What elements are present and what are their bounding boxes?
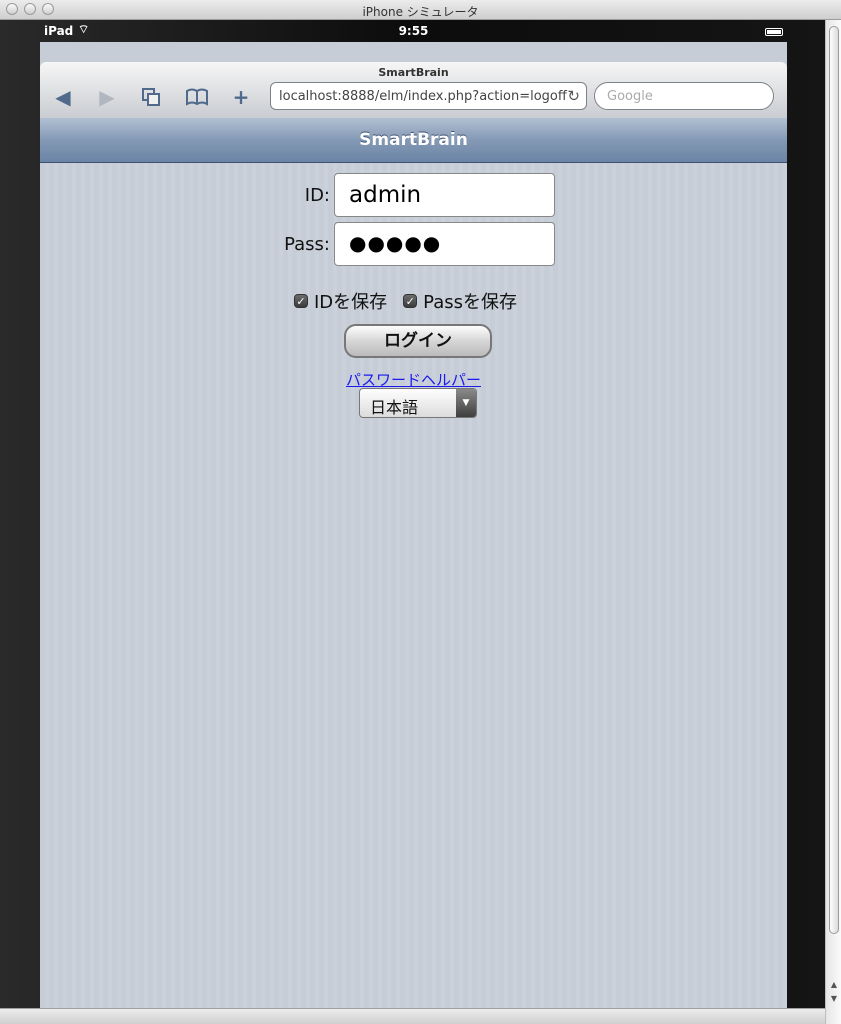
address-bar[interactable]: localhost:8888/elm/index.php?action=logo…	[270, 82, 587, 110]
scrollbar-thumb[interactable]	[829, 26, 839, 934]
login-button[interactable]: ログイン	[344, 324, 492, 358]
language-selected-value: 日本語	[370, 398, 419, 417]
chevron-down-icon: ▼	[456, 389, 476, 417]
page-title: SmartBrain	[378, 66, 449, 79]
save-id-label: IDを保存	[314, 292, 388, 313]
search-placeholder: Google	[607, 89, 653, 104]
window-titlebar: iPhone シミュレータ	[0, 0, 841, 20]
ipad-screen: SmartBrain ◀ ▶ + localhost:8888/elm/inde…	[40, 42, 787, 1008]
scroll-down-icon[interactable]: ▼	[826, 992, 841, 1006]
window-bottom-bar	[0, 1008, 825, 1024]
remember-options: ✓ IDを保存 ✓ Passを保存	[294, 288, 517, 314]
reload-icon[interactable]: ↻	[567, 87, 580, 105]
safari-toolbar: SmartBrain ◀ ▶ + localhost:8888/elm/inde…	[40, 62, 787, 119]
scroll-up-icon[interactable]: ▲	[826, 978, 841, 992]
status-bar: iPad ⌔ 9:55	[40, 22, 787, 42]
save-pass-checkbox[interactable]: ✓	[403, 294, 418, 308]
save-pass-label: Passを保存	[423, 292, 518, 313]
url-text: localhost:8888/elm/index.php?action=logo…	[279, 89, 567, 104]
login-page: ID: admin Pass: ●●●●● ✓ IDを保存 ✓ Passを保存 …	[40, 163, 787, 1008]
battery-icon	[765, 28, 783, 36]
forward-icon[interactable]: ▶	[94, 84, 120, 110]
password-helper-link[interactable]: パスワードヘルパー	[40, 369, 787, 390]
window-title: iPhone シミュレータ	[362, 5, 479, 19]
bookmarks-icon[interactable]	[184, 84, 210, 110]
password-input[interactable]: ●●●●●	[334, 222, 555, 266]
app-navbar-title: SmartBrain	[40, 118, 787, 163]
window-scrollbar[interactable]: ▲ ▼	[825, 20, 841, 1024]
id-label: ID:	[304, 185, 330, 206]
status-time: 9:55	[398, 24, 429, 38]
pass-label: Pass:	[284, 234, 330, 255]
save-id-checkbox[interactable]: ✓	[294, 294, 308, 308]
language-select[interactable]: 日本語 ▼	[359, 388, 477, 418]
back-icon[interactable]: ◀	[50, 84, 76, 110]
id-input[interactable]: admin	[334, 173, 555, 217]
add-bookmark-icon[interactable]: +	[228, 84, 254, 110]
pages-icon[interactable]	[138, 84, 164, 110]
search-input[interactable]: Google	[594, 82, 774, 110]
